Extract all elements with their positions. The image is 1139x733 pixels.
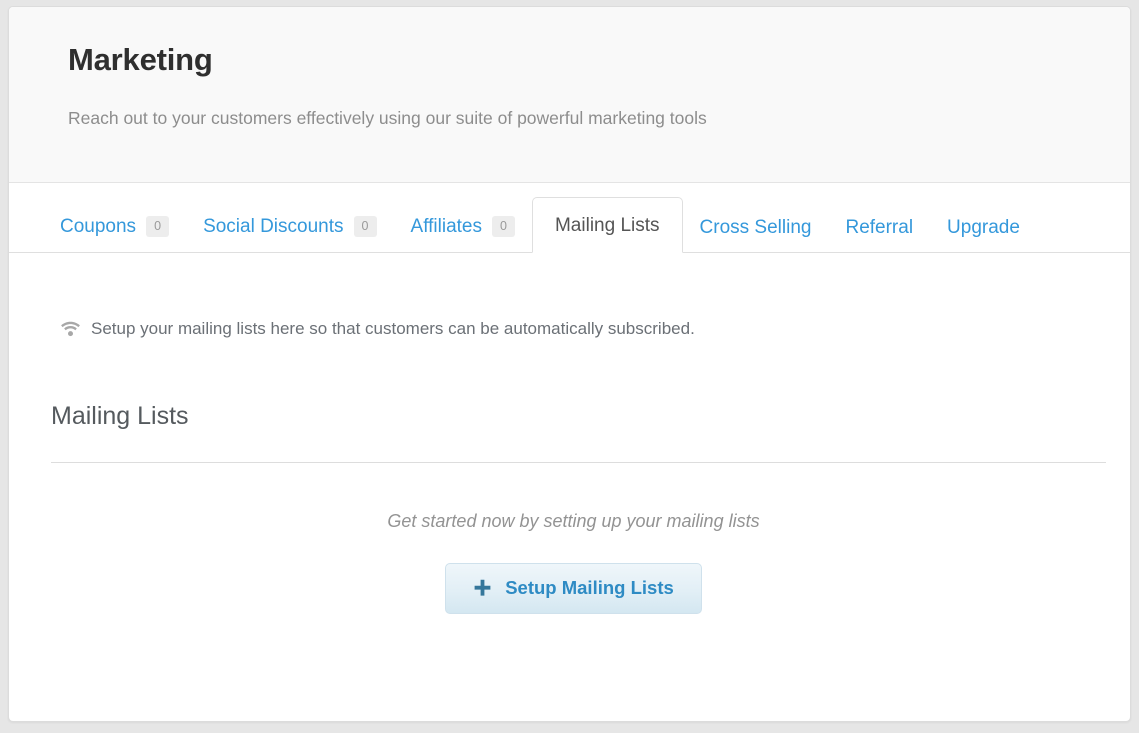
setup-button-label: Setup Mailing Lists [505,576,674,598]
tab-referral[interactable]: Referral [828,218,930,253]
setup-mailing-lists-button[interactable]: Setup Mailing Lists [445,562,702,614]
section-title: Mailing Lists [51,402,189,430]
notice-text: Setup your mailing lists here so that cu… [91,319,695,338]
page-subtitle: Reach out to your customers effectively … [68,108,707,129]
mailing-lists-section: Mailing Lists Get started now by setting… [9,401,1130,614]
plus-icon [473,579,492,598]
tabs-section: Coupons 0 Social Discounts 0 Affiliates … [9,183,1130,275]
tab-label: Mailing Lists [554,215,660,236]
mailing-lists-notice: Setup your mailing lists here so that cu… [9,275,1130,339]
tab-badge-affiliates: 0 [491,216,515,237]
tab-badge-coupons: 0 [146,216,170,237]
tab-badge-social-discounts: 0 [353,216,377,237]
tab-upgrade[interactable]: Upgrade [930,218,1037,253]
wifi-icon [61,321,80,337]
tab-mailing-lists[interactable]: Mailing Lists [531,197,683,253]
empty-state: Get started now by setting up your maili… [43,463,1104,614]
tab-cross-selling[interactable]: Cross Selling [683,218,829,253]
marketing-card: Marketing Reach out to your customers ef… [8,6,1131,722]
tab-label: Affiliates [410,216,482,237]
tab-label: Cross Selling [699,217,812,238]
page-title: Marketing [68,42,213,77]
tab-label: Social Discounts [203,216,344,237]
empty-state-message: Get started now by setting up your maili… [387,511,760,531]
tab-label: Upgrade [947,217,1020,238]
tab-coupons[interactable]: Coupons 0 [43,216,186,253]
tab-label: Coupons [60,216,137,237]
tab-bar: Coupons 0 Social Discounts 0 Affiliates … [9,183,1130,253]
tab-social-discounts[interactable]: Social Discounts 0 [186,216,393,253]
tab-label: Referral [845,217,914,238]
page-header: Marketing Reach out to your customers ef… [9,7,1130,183]
tab-affiliates[interactable]: Affiliates 0 [394,216,532,253]
